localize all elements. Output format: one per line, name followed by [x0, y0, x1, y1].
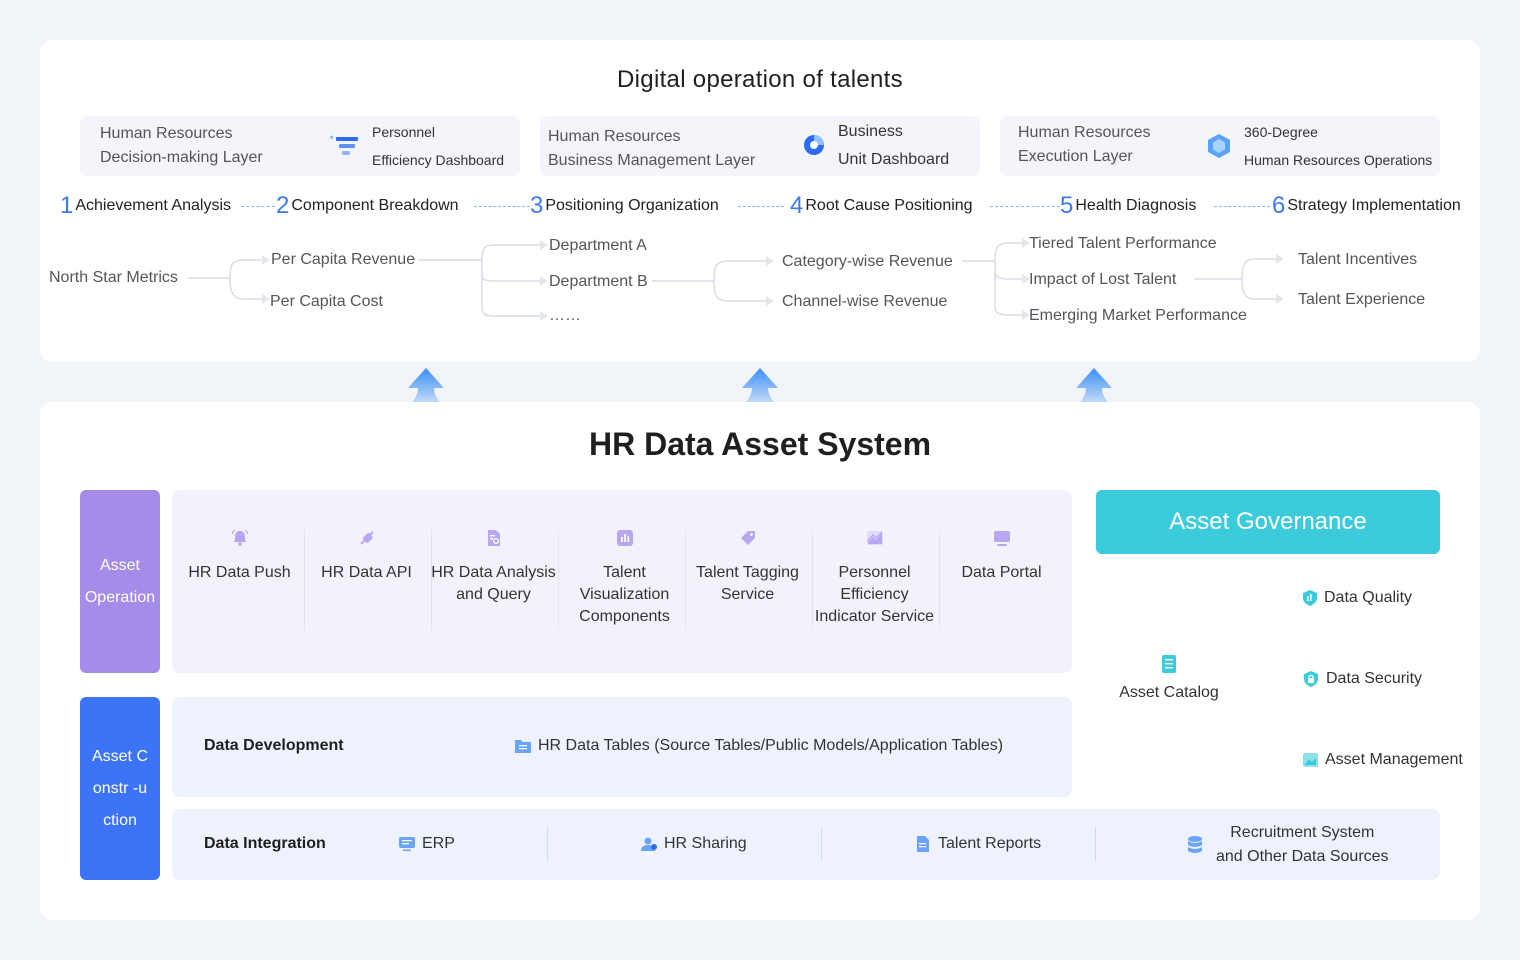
column-divider	[1095, 827, 1096, 861]
tree-node: Emerging Market Performance	[1029, 307, 1247, 324]
folder-icon	[515, 740, 531, 753]
asset-construction-label: Asset Constr -uction	[80, 697, 160, 880]
tag-icon	[740, 531, 755, 545]
service-data-portal: Data Portal	[938, 528, 1065, 628]
tree-node: Department A	[549, 237, 647, 254]
database-icon	[1188, 836, 1202, 853]
tree-node: Department B	[549, 273, 648, 290]
asset-catalog: Asset Catalog	[1104, 654, 1234, 702]
data-integration-label: Data Integration	[204, 835, 326, 852]
lock-shield-icon	[1304, 671, 1318, 687]
service-hr-data-api: HR Data API	[303, 528, 430, 628]
tree-connectors	[188, 238, 1284, 321]
data-development-box: Data Development HR Data Tables (Source …	[172, 697, 1072, 797]
monitor-icon	[399, 837, 415, 852]
tree-node: Category-wise Revenue	[782, 253, 953, 270]
source-recruitment-system: Recruitment System and Other Data Source…	[1186, 821, 1389, 869]
service-hr-data-analysis: HR Data Analysis and Query	[430, 528, 557, 628]
tree-node: Channel-wise Revenue	[782, 293, 948, 310]
tree-node: Talent Experience	[1298, 291, 1426, 308]
governance-data-quality: Data Quality	[1302, 589, 1412, 607]
tree-node: Per Capita Revenue	[271, 251, 416, 268]
asset-governance-header: Asset Governance	[1096, 490, 1440, 554]
document-icon	[917, 836, 929, 852]
source-talent-reports: Talent Reports	[914, 835, 1041, 853]
users-icon	[641, 837, 657, 851]
shield-icon	[1303, 590, 1317, 606]
tree-root: North Star Metrics	[49, 269, 178, 286]
hr-data-tables: HR Data Tables (Source Tables/Public Mod…	[514, 737, 1003, 755]
asset-operation-services: HR Data Push HR Data API HR Data Analysi…	[172, 490, 1072, 673]
catalog-icon	[1162, 655, 1176, 673]
bar-chart-icon	[616, 530, 633, 546]
source-erp: ERP	[398, 835, 455, 853]
tree-node: Talent Incentives	[1298, 251, 1418, 268]
image-icon	[1303, 753, 1318, 767]
line-chart-icon	[866, 531, 883, 545]
service-personnel-efficiency: Personnel Efficiency Indicator Service	[811, 528, 938, 628]
document-search-icon	[487, 530, 500, 546]
asset-operation-label: Asset Operation	[80, 490, 160, 673]
column-divider	[821, 827, 822, 861]
data-development-label: Data Development	[204, 737, 344, 754]
tree-node: Per Capita Cost	[270, 293, 383, 310]
governance-asset-management: Asset Management	[1302, 751, 1463, 769]
tree-node: Impact of Lost Talent	[1029, 271, 1177, 288]
hr-data-asset-panel: HR Data Asset System Asset Operation Ass…	[40, 402, 1480, 920]
bell-icon	[230, 529, 249, 546]
service-talent-tagging: Talent Tagging Service	[684, 528, 811, 628]
monitor-icon	[993, 531, 1010, 546]
column-divider	[547, 827, 548, 861]
plug-icon	[359, 531, 374, 545]
source-hr-sharing: HR Sharing	[640, 835, 747, 853]
service-talent-visualization: Talent Visualization Components	[561, 528, 688, 628]
data-integration-box: Data Integration ERP HR Sharing Talent R…	[172, 809, 1440, 880]
bottom-panel-title: HR Data Asset System	[588, 426, 932, 462]
service-hr-data-push: HR Data Push	[176, 528, 303, 628]
tree-node: Tiered Talent Performance	[1029, 235, 1217, 252]
talent-operation-panel: Digital operation of talents Human Resou…	[40, 40, 1480, 362]
governance-data-security: Data Security	[1302, 670, 1422, 688]
tree-node: ……	[549, 307, 581, 324]
column-divider	[558, 530, 559, 630]
